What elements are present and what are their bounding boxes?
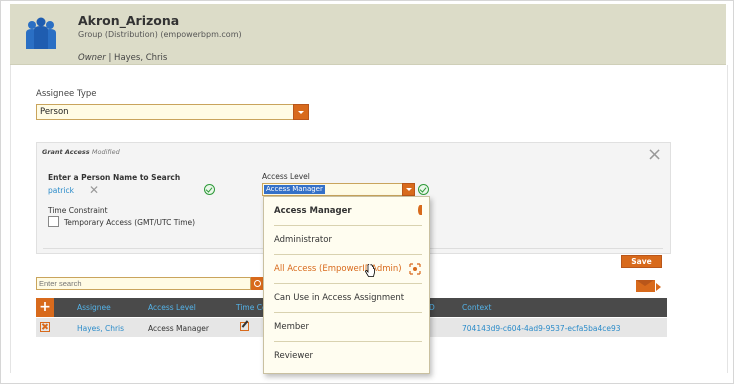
owner-separator: | xyxy=(105,53,115,63)
grant-access-title-text: Grant Access xyxy=(42,148,90,156)
person-search-label: Enter a Person Name to Search xyxy=(48,173,181,182)
grant-access-title: Grant Access Modified xyxy=(42,148,120,156)
close-icon[interactable]: × xyxy=(647,146,662,164)
column-header-context[interactable]: Context xyxy=(462,303,491,312)
access-level-dropdown: Access Manager Administrator All Access … xyxy=(263,196,430,374)
assignee-type-label: Assignee Type xyxy=(36,89,97,99)
temporary-access-checkbox[interactable] xyxy=(48,216,59,227)
dropdown-option-administrator[interactable]: Administrator xyxy=(274,226,422,255)
time-constraint-label: Time Constraint xyxy=(48,206,108,215)
column-header-time-constraint[interactable]: Time Co xyxy=(236,303,267,312)
row-access-level: Access Manager xyxy=(148,324,209,333)
chevron-down-icon[interactable] xyxy=(402,183,415,196)
clear-person-icon[interactable]: ✕ xyxy=(89,184,99,196)
owner-label: Owner xyxy=(78,53,106,63)
owner-line: Owner | Hayes, Chris xyxy=(78,53,167,63)
assignee-type-select[interactable]: Person xyxy=(36,104,309,120)
locate-icon[interactable] xyxy=(409,263,421,275)
chevron-down-icon[interactable] xyxy=(293,104,309,120)
email-icon[interactable] xyxy=(636,280,655,292)
assignee-type-value: Person xyxy=(40,107,69,117)
dropdown-option-reviewer[interactable]: Reviewer xyxy=(274,342,422,370)
dropdown-option-can-use[interactable]: Can Use in Access Assignment xyxy=(274,284,422,313)
person-search-value[interactable]: patrick xyxy=(48,186,74,195)
add-assignment-button[interactable]: + xyxy=(36,298,54,317)
column-header-assignee[interactable]: Assignee xyxy=(77,303,111,312)
confirm-person-icon[interactable] xyxy=(204,184,215,195)
dropdown-option-all-access[interactable]: All Access (EmpowerIDAdmin) xyxy=(274,255,422,284)
edit-icon[interactable] xyxy=(240,322,249,331)
save-button[interactable]: Save xyxy=(621,255,662,268)
dropdown-option-member[interactable]: Member xyxy=(274,313,422,342)
temporary-access-label: Temporary Access (GMT/UTC Time) xyxy=(64,218,196,227)
confirm-access-level-icon[interactable] xyxy=(418,184,429,195)
owner-value: Hayes, Chris xyxy=(114,53,168,63)
delete-icon[interactable] xyxy=(40,322,50,332)
hand-cursor-icon xyxy=(365,264,375,277)
group-subtitle: Group (Distribution) (empowerbpm.com) xyxy=(78,30,242,39)
row-context[interactable]: 704143d9-c604-4ad9-9537-ecfa5ba4ce93 xyxy=(462,324,621,333)
access-level-select[interactable]: Access Manager xyxy=(262,183,415,196)
group-title: Akron_Arizona xyxy=(78,13,180,28)
group-header: Akron_Arizona Group (Distribution) (empo… xyxy=(10,4,726,65)
group-people-icon xyxy=(26,17,56,49)
grant-access-status: Modified xyxy=(91,148,120,156)
access-level-value: Access Manager xyxy=(264,185,325,194)
search-input[interactable] xyxy=(36,277,251,290)
dropdown-option-access-manager[interactable]: Access Manager xyxy=(274,197,422,226)
selected-marker-icon xyxy=(418,205,422,215)
access-level-label: Access Level xyxy=(262,172,310,181)
email-arrow-icon xyxy=(656,283,661,291)
column-header-access-level[interactable]: Access Level xyxy=(148,303,196,312)
row-assignee[interactable]: Hayes, Chris xyxy=(77,324,124,333)
